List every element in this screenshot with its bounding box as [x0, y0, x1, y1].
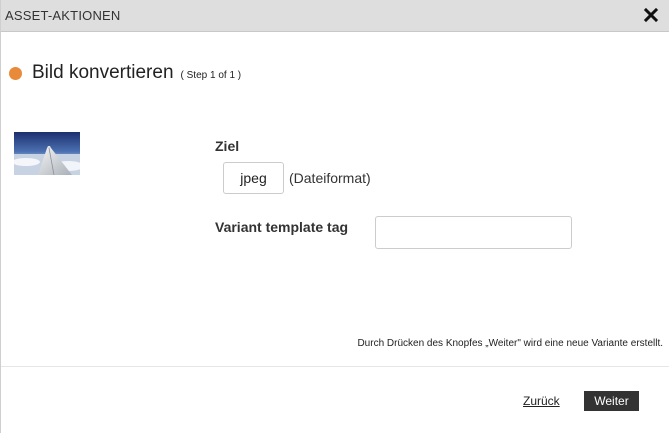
next-button-label: Weiter [594, 394, 629, 408]
format-field[interactable]: jpeg [223, 162, 284, 194]
asset-thumbnail [14, 132, 80, 175]
status-dot-icon [9, 66, 22, 80]
next-button[interactable]: Weiter [584, 391, 639, 411]
page-title: Bild konvertieren [32, 62, 174, 83]
asset-actions-dialog: ASSET-AKTIONEN Bild konvertieren ( Step … [0, 0, 669, 433]
close-icon[interactable] [642, 5, 660, 25]
dialog-title: ASSET-AKTIONEN [5, 8, 121, 23]
page-heading: Bild konvertieren ( Step 1 of 1 ) [9, 62, 241, 84]
target-label: Ziel [215, 138, 240, 154]
variant-template-label: Variant template tag [215, 219, 349, 235]
back-link[interactable]: Zurück [523, 394, 560, 408]
dialog-titlebar: ASSET-AKTIONEN [1, 0, 669, 32]
step-indicator: ( Step 1 of 1 ) [180, 70, 242, 81]
format-value: jpeg [240, 170, 267, 186]
footer-note: Durch Drücken des Knopfes „Weiter" wird … [357, 338, 663, 349]
footer-divider [1, 366, 669, 367]
variant-template-input[interactable] [375, 216, 572, 249]
format-hint: (Dateiformat) [289, 170, 371, 186]
